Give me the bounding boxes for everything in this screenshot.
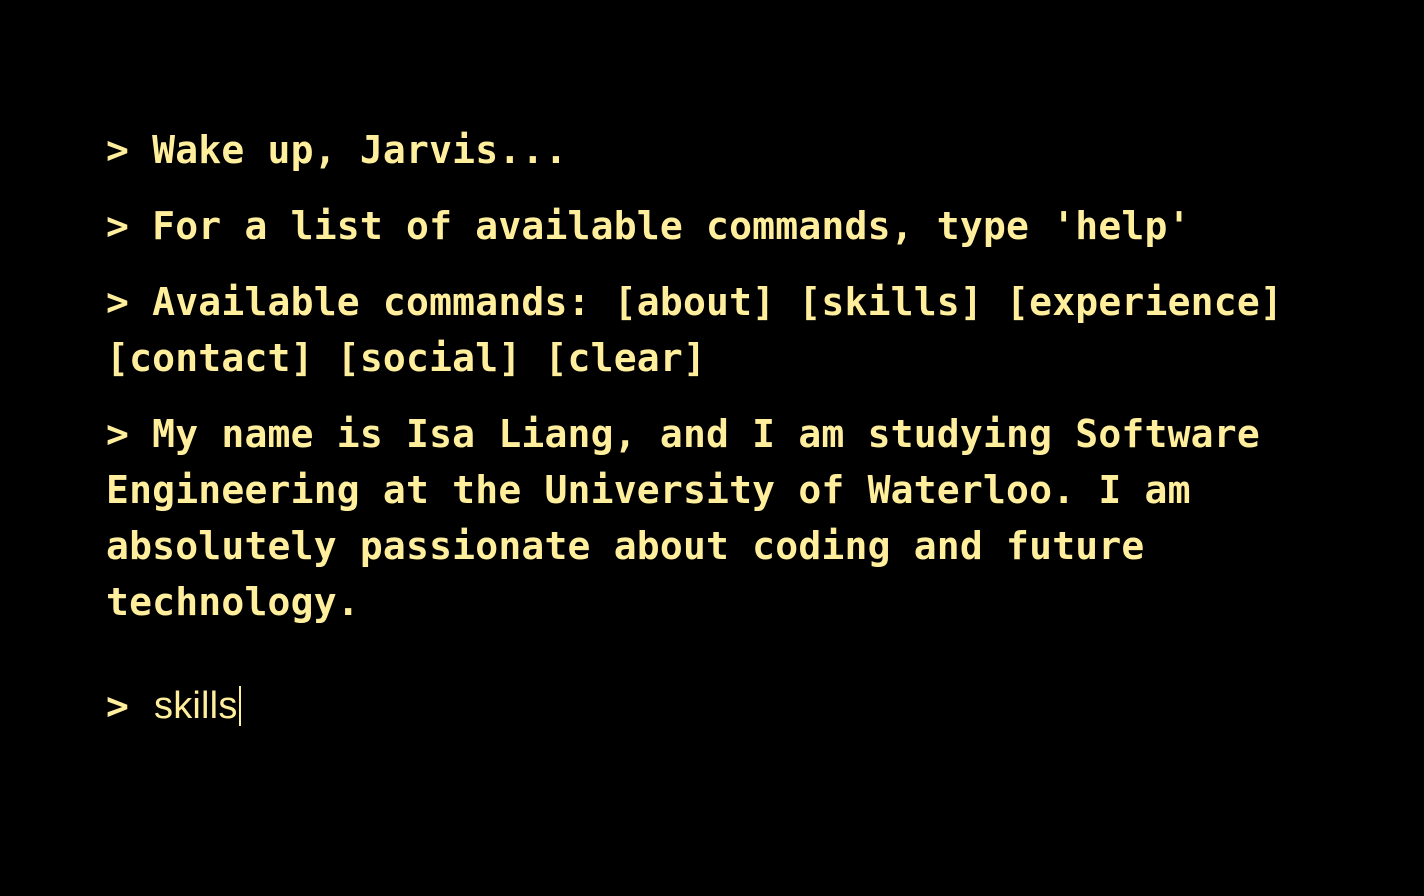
- command-prompt: > skills: [106, 678, 1346, 734]
- command-input-text[interactable]: skills: [154, 678, 238, 734]
- terminal-output-line: > Wake up, Jarvis...: [106, 128, 568, 172]
- terminal-output-line: > My name is Isa Liang, and I am studyin…: [106, 412, 1260, 624]
- text-cursor: [238, 686, 241, 726]
- terminal-output-line: > For a list of available commands, type…: [106, 204, 1191, 248]
- terminal-window: > Wake up, Jarvis... > For a list of ava…: [106, 122, 1346, 734]
- terminal-output-line: > Available commands: [about] [skills] […: [106, 280, 1283, 380]
- command-input[interactable]: skills: [154, 678, 241, 734]
- prompt-symbol: >: [106, 684, 130, 728]
